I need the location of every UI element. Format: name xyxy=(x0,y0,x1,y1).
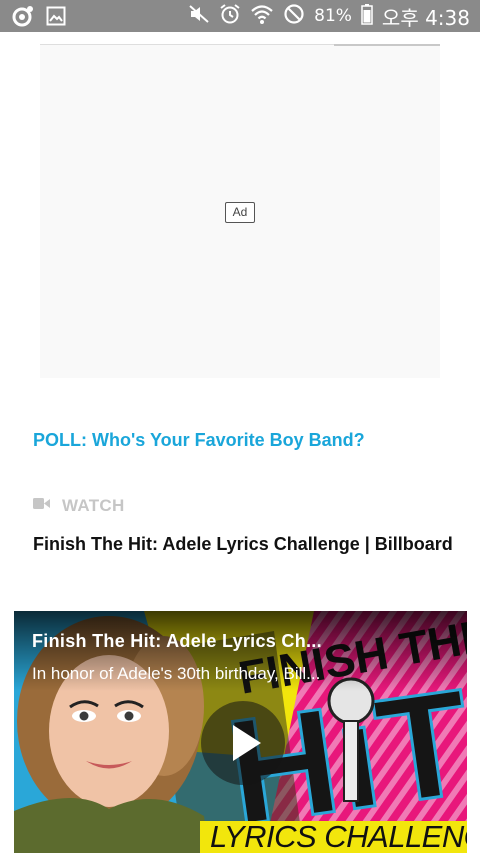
clock: 오후 4:38 xyxy=(381,5,470,30)
ad-divider xyxy=(334,44,440,46)
video-overlay-title[interactable]: Finish The Hit: Adele Lyrics Ch... xyxy=(32,631,352,652)
lyrics-challenge-text: LYRICS CHALLENGE xyxy=(210,819,467,853)
image-icon xyxy=(46,6,66,31)
poll-link[interactable]: POLL: Who's Your Favorite Boy Band? xyxy=(33,430,365,451)
video-overlay-description: In honor of Adele's 30th birthday, Bill.… xyxy=(32,664,321,683)
ad-container[interactable]: Ad xyxy=(40,44,440,378)
alarm-icon xyxy=(219,3,241,30)
play-button[interactable] xyxy=(201,701,285,785)
battery-percent: 81% xyxy=(314,6,352,26)
video-player[interactable]: FINISH THE HiT Finish The Hit: Adele Lyr… xyxy=(14,611,467,853)
camera-circle-icon xyxy=(12,5,34,32)
status-bar-right: 81% 오후 4:38 xyxy=(188,3,470,30)
watch-label: WATCH xyxy=(62,496,125,515)
status-bar-left xyxy=(12,5,66,32)
watch-section-label: WATCH xyxy=(33,496,125,516)
ad-badge: Ad xyxy=(225,202,255,223)
status-bar: 81% 오후 4:38 xyxy=(0,0,480,32)
do-not-disturb-icon xyxy=(283,3,305,30)
play-icon xyxy=(233,725,261,761)
video-heading[interactable]: Finish The Hit: Adele Lyrics Challenge |… xyxy=(33,526,453,563)
battery-icon xyxy=(361,3,373,30)
video-camera-icon xyxy=(33,497,50,515)
wifi-icon xyxy=(250,3,274,30)
mute-icon xyxy=(188,3,210,30)
